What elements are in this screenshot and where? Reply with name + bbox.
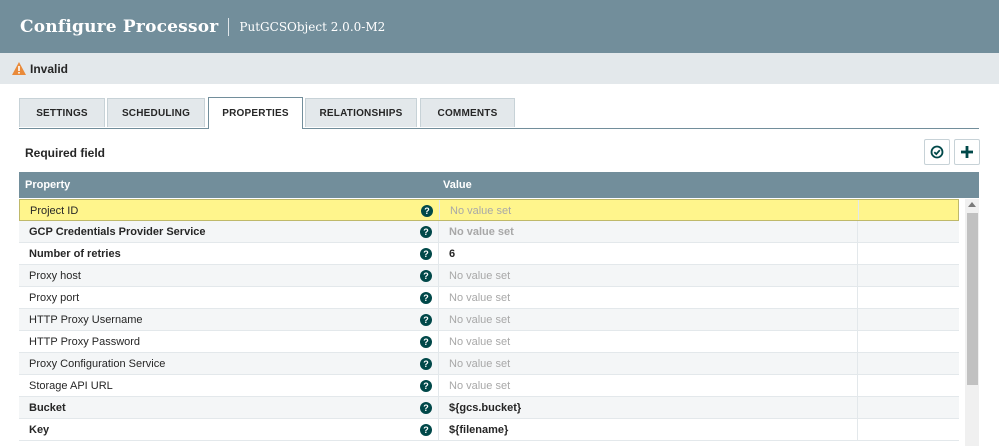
column-divider xyxy=(857,397,858,418)
property-name: Proxy Configuration Service xyxy=(29,358,166,370)
property-name: Storage API URL xyxy=(29,380,113,392)
table-row[interactable]: Key ? ${filename} xyxy=(19,419,959,441)
column-divider xyxy=(439,200,440,220)
dialog-header: Configure Processor PutGCSObject 2.0.0-M… xyxy=(0,0,999,53)
help-icon[interactable]: ? xyxy=(421,205,433,217)
property-value[interactable]: No value set xyxy=(449,358,510,370)
property-name: Bucket xyxy=(29,402,66,414)
column-divider xyxy=(438,265,439,286)
help-icon[interactable]: ? xyxy=(420,336,432,348)
plus-icon xyxy=(961,146,973,158)
table-row[interactable]: HTTP Proxy Password ? No value set xyxy=(19,331,959,353)
help-icon[interactable]: ? xyxy=(420,270,432,282)
help-icon[interactable]: ? xyxy=(420,358,432,370)
column-divider xyxy=(438,375,439,396)
dialog-title: Configure Processor xyxy=(20,16,219,37)
column-divider xyxy=(857,375,858,396)
scroll-up-arrow-icon[interactable] xyxy=(968,202,976,207)
column-divider xyxy=(438,397,439,418)
header-divider xyxy=(228,17,230,36)
check-circle-icon xyxy=(930,145,944,159)
property-value[interactable]: No value set xyxy=(449,226,514,238)
tab-comments[interactable]: COMMENTS xyxy=(420,98,515,127)
column-header-value[interactable]: Value xyxy=(443,179,472,191)
column-divider xyxy=(438,331,439,352)
tab-scheduling[interactable]: SCHEDULING xyxy=(107,98,205,127)
warning-icon xyxy=(12,62,26,75)
column-divider xyxy=(438,309,439,330)
scrollbar-thumb[interactable] xyxy=(967,213,978,385)
processor-type: PutGCSObject 2.0.0-M2 xyxy=(239,19,386,34)
property-value[interactable]: No value set xyxy=(450,205,511,217)
property-name: Project ID xyxy=(30,205,79,217)
help-icon[interactable]: ? xyxy=(420,314,432,326)
property-name: Proxy port xyxy=(29,292,80,304)
column-divider xyxy=(438,221,439,242)
tab-properties[interactable]: PROPERTIES xyxy=(208,97,303,129)
table-row[interactable]: Proxy Configuration Service ? No value s… xyxy=(19,353,959,375)
properties-table-header: Property Value xyxy=(19,172,979,198)
help-icon[interactable]: ? xyxy=(420,292,432,304)
column-divider xyxy=(857,331,858,352)
property-name: HTTP Proxy Username xyxy=(29,314,143,326)
property-value[interactable]: ${filename} xyxy=(449,424,508,436)
property-name: GCP Credentials Provider Service xyxy=(29,226,206,238)
column-divider xyxy=(857,265,858,286)
tab-settings[interactable]: SETTINGS xyxy=(19,98,105,127)
property-value[interactable]: ${gcs.bucket} xyxy=(449,402,521,414)
property-name: Number of retries xyxy=(29,248,121,260)
property-value[interactable]: No value set xyxy=(449,380,510,392)
vertical-scrollbar[interactable] xyxy=(965,199,979,446)
column-divider xyxy=(857,419,858,440)
validation-status-bar: Invalid xyxy=(0,53,999,84)
column-divider xyxy=(438,419,439,440)
property-name: Key xyxy=(29,424,50,436)
help-icon[interactable]: ? xyxy=(420,226,432,238)
property-value[interactable]: No value set xyxy=(449,314,510,326)
table-row[interactable]: Bucket ? ${gcs.bucket} xyxy=(19,397,959,419)
help-icon[interactable]: ? xyxy=(420,380,432,392)
tab-relationships[interactable]: RELATIONSHIPS xyxy=(305,98,417,127)
help-icon[interactable]: ? xyxy=(420,402,432,414)
table-row[interactable]: GCP Credentials Provider Service ? No va… xyxy=(19,221,959,243)
help-icon[interactable]: ? xyxy=(420,248,432,260)
property-value[interactable]: No value set xyxy=(449,336,510,348)
verify-properties-button[interactable] xyxy=(924,139,950,165)
table-row[interactable]: Proxy host ? No value set xyxy=(19,265,959,287)
column-divider xyxy=(857,287,858,308)
tab-underline xyxy=(19,128,979,129)
add-property-button[interactable] xyxy=(954,139,980,165)
help-icon[interactable]: ? xyxy=(420,424,432,436)
column-divider xyxy=(438,353,439,374)
table-row[interactable]: Number of retries ? 6 xyxy=(19,243,959,265)
table-row[interactable]: Project ID ? No value set xyxy=(19,199,959,221)
required-field-label: Required field xyxy=(25,146,106,160)
column-divider xyxy=(858,200,859,220)
column-divider xyxy=(857,243,858,264)
properties-table-body: Project ID ? No value set GCP Credential… xyxy=(19,199,959,441)
column-divider xyxy=(438,287,439,308)
property-value[interactable]: 6 xyxy=(449,248,455,260)
column-divider xyxy=(857,221,858,242)
property-value[interactable]: No value set xyxy=(449,270,510,282)
column-divider xyxy=(857,353,858,374)
column-header-property[interactable]: Property xyxy=(25,179,70,191)
table-row[interactable]: HTTP Proxy Username ? No value set xyxy=(19,309,959,331)
column-divider xyxy=(857,309,858,330)
column-divider xyxy=(438,243,439,264)
table-row[interactable]: Storage API URL ? No value set xyxy=(19,375,959,397)
property-name: HTTP Proxy Password xyxy=(29,336,141,348)
table-row[interactable]: Proxy port ? No value set xyxy=(19,287,959,309)
property-value[interactable]: No value set xyxy=(449,292,510,304)
status-label: Invalid xyxy=(30,61,69,76)
property-name: Proxy host xyxy=(29,270,81,282)
